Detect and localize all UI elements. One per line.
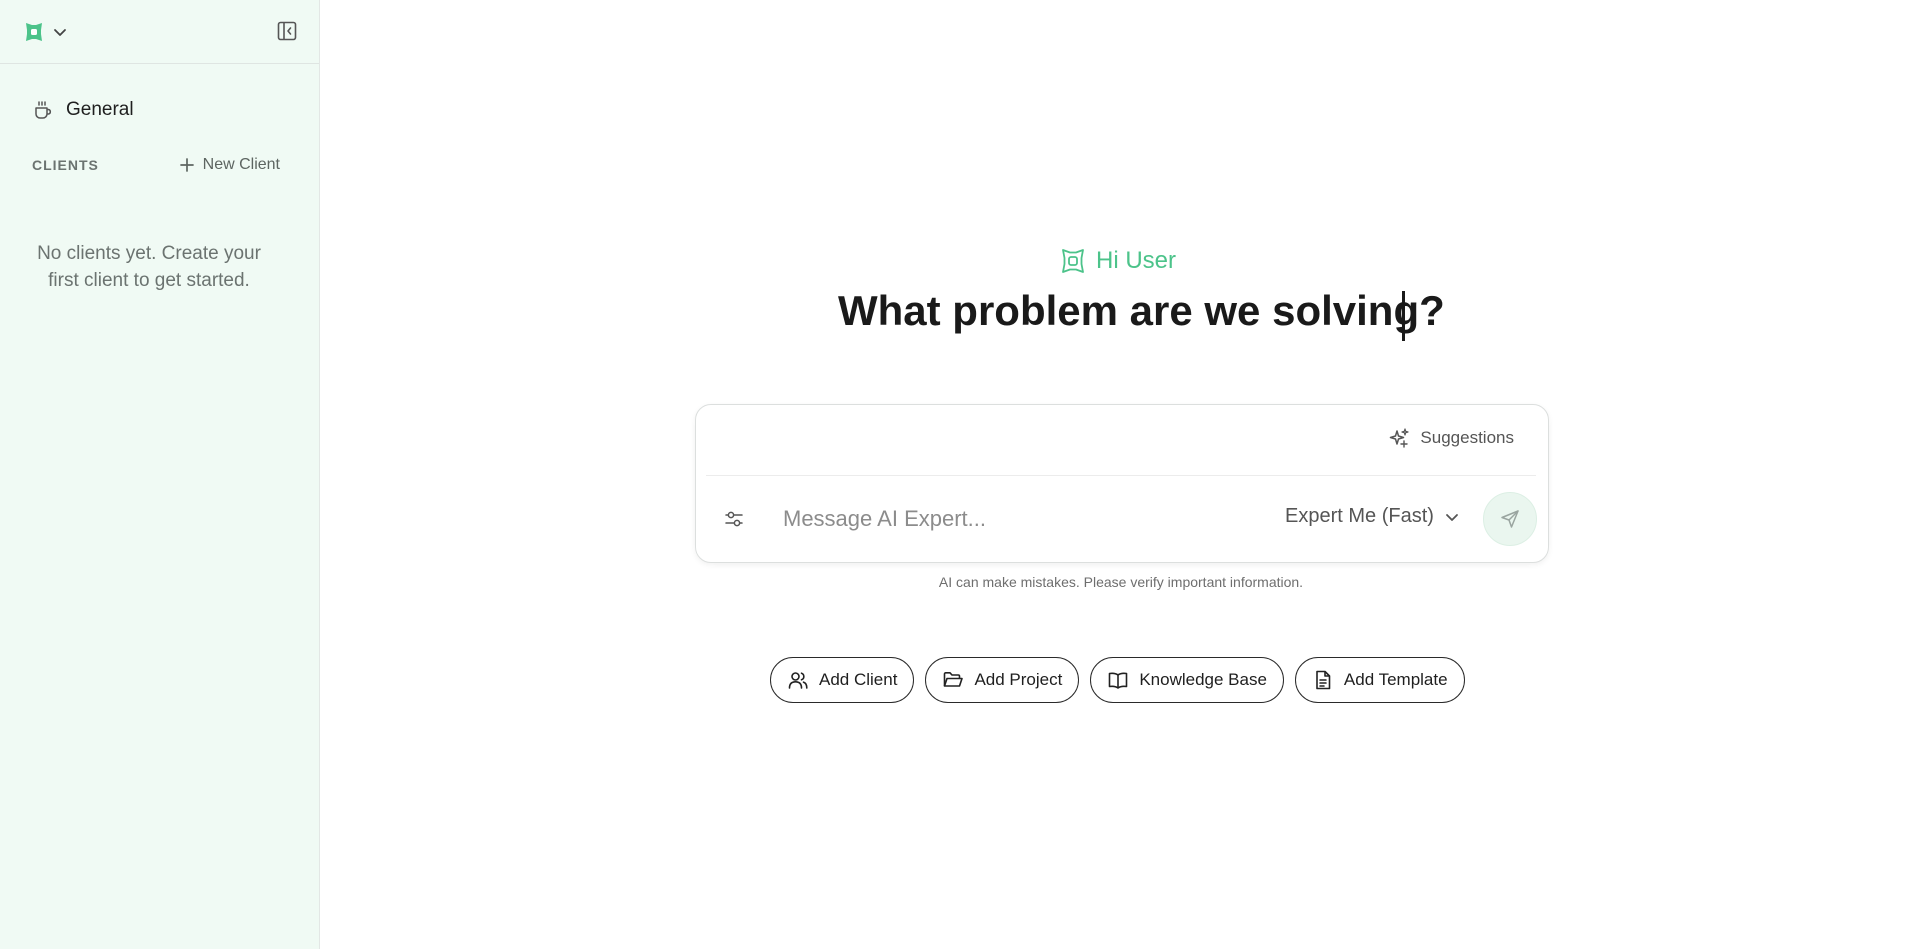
- knowledge-base-label: Knowledge Base: [1139, 670, 1267, 689]
- knowledge-base-button[interactable]: Knowledge Base: [1090, 657, 1284, 703]
- sidebar-item-general[interactable]: General: [32, 99, 134, 121]
- chevron-down-icon: [1444, 509, 1460, 525]
- page-title: What problem are we solving?: [838, 287, 1445, 334]
- add-template-button[interactable]: Add Template: [1294, 657, 1465, 703]
- settings-button[interactable]: [723, 508, 745, 530]
- collapse-sidebar-button[interactable]: [276, 20, 298, 42]
- new-client-button[interactable]: New Client: [179, 156, 280, 174]
- disclaimer-text: AI can make mistakes. Please verify impo…: [938, 574, 1304, 590]
- typing-cursor: [1402, 291, 1405, 341]
- plus-icon: [179, 157, 195, 173]
- new-client-label: New Client: [202, 156, 280, 173]
- quick-actions: Add Client Add Project Knowledge Base Ad…: [770, 657, 1465, 703]
- add-client-label: Add Client: [819, 670, 898, 689]
- logo-outline-icon: [1058, 246, 1088, 276]
- composer-divider: [706, 475, 1536, 476]
- chat-composer: Suggestions Expert Me (Fast): [695, 404, 1549, 563]
- sidebar-header: [0, 0, 319, 64]
- add-project-button[interactable]: Add Project: [925, 657, 1080, 703]
- empty-clients-message: No clients yet. Create your first client…: [37, 243, 261, 291]
- sidebar-item-label: General: [66, 99, 134, 120]
- model-selector[interactable]: Expert Me (Fast): [1285, 505, 1460, 528]
- workspace-switcher[interactable]: [22, 20, 68, 44]
- users-icon: [787, 669, 809, 691]
- folder-open-icon: [942, 669, 964, 691]
- model-label: Expert Me (Fast): [1285, 505, 1434, 527]
- book-icon: [1107, 669, 1129, 691]
- sparkles-icon: [1388, 427, 1410, 449]
- chevron-down-icon: [52, 24, 68, 40]
- logo-icon: [22, 20, 46, 44]
- send-button[interactable]: [1483, 492, 1537, 546]
- clients-section-header: CLIENTS New Client: [32, 156, 280, 174]
- coffee-cup-icon: [32, 99, 54, 121]
- sliders-icon: [723, 508, 745, 530]
- greeting: Hi User: [1058, 246, 1176, 276]
- suggestions-button[interactable]: Suggestions: [1388, 427, 1514, 449]
- add-client-button[interactable]: Add Client: [770, 657, 915, 703]
- file-text-icon: [1312, 669, 1334, 691]
- message-input[interactable]: [781, 498, 1265, 540]
- send-icon: [1499, 508, 1521, 530]
- add-project-label: Add Project: [974, 670, 1063, 689]
- add-template-label: Add Template: [1343, 670, 1448, 689]
- sidebar-toggle-icon: [276, 20, 298, 42]
- clients-label: CLIENTS: [32, 157, 99, 173]
- suggestions-label: Suggestions: [1420, 428, 1514, 447]
- greeting-text: Hi User: [1096, 247, 1177, 274]
- sidebar: General CLIENTS New Client No clients ye…: [0, 0, 320, 949]
